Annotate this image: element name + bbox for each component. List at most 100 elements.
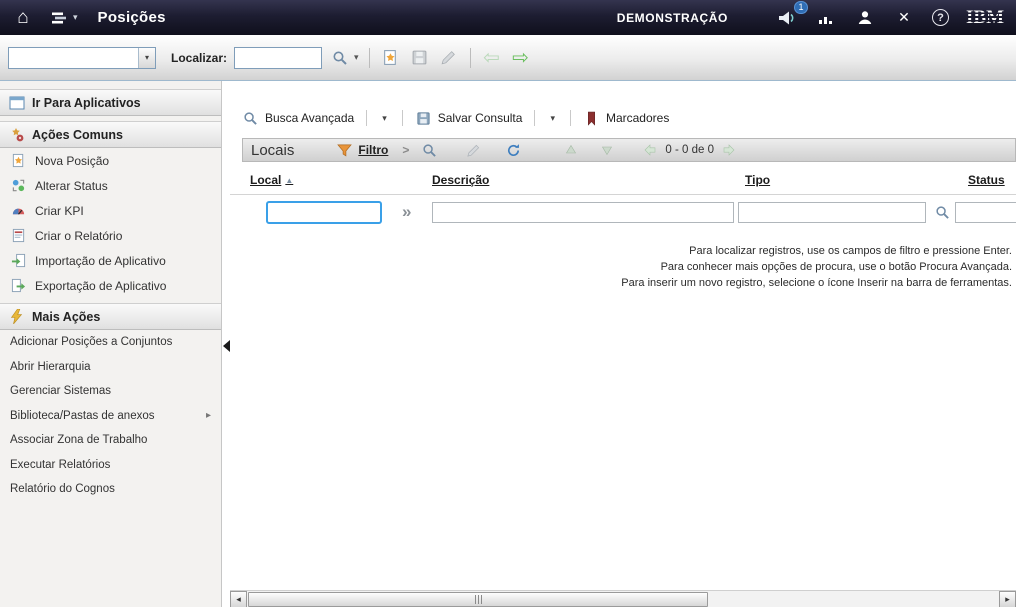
announcements-icon[interactable]: 1	[776, 8, 798, 28]
separator	[534, 110, 535, 126]
chevron-icon: >	[402, 143, 409, 157]
sidebar-item-adicionar-posicoes[interactable]: Adicionar Posições a Conjuntos	[0, 330, 221, 355]
busca-avancada-label: Busca Avançada	[265, 111, 354, 125]
query-combobox[interactable]: ▾	[8, 47, 156, 69]
sidebar-item-label: Nova Posição	[35, 154, 109, 168]
environment-label: DEMONSTRAÇÃO	[617, 11, 728, 25]
next-record-icon[interactable]: ⇨	[510, 47, 532, 69]
combobox-dropdown-button[interactable]: ▾	[138, 48, 155, 68]
filtro-toggle[interactable]: Filtro	[336, 142, 388, 159]
bookmark-icon	[583, 110, 600, 127]
scrollbar-thumb[interactable]	[248, 592, 708, 607]
reports-chart-icon[interactable]	[815, 8, 837, 28]
sidebar-item-relatorio-cognos[interactable]: Relatório do Cognos	[0, 477, 221, 502]
query-combobox-input[interactable]	[9, 48, 138, 68]
column-header-status[interactable]: Status	[968, 173, 1005, 187]
next-page-icon[interactable]	[720, 140, 740, 160]
tipo-lookup-icon[interactable]	[932, 202, 952, 222]
expand-filter-icon[interactable]: »	[402, 203, 411, 220]
filter-input-descricao[interactable]	[432, 202, 734, 223]
move-down-icon[interactable]	[597, 140, 617, 160]
new-record-icon[interactable]	[380, 47, 402, 69]
page-title: Posições	[98, 9, 166, 26]
logout-icon[interactable]: ✕	[893, 8, 915, 28]
sidebar-item-label: Abrir Hierarquia	[10, 361, 91, 373]
busca-avancada-dropdown-icon[interactable]: ▾	[379, 113, 390, 124]
sidebar-collapse-handle[interactable]	[222, 337, 230, 354]
table-toolbar: Locais Filtro >	[242, 138, 1016, 162]
sidebar-item-label: Executar Relatórios	[10, 459, 110, 471]
sidebar-item-label: Associar Zona de Trabalho	[10, 434, 147, 446]
save-query-icon	[415, 110, 432, 127]
sidebar-item-label: Adicionar Posições a Conjuntos	[10, 336, 172, 348]
search-icon[interactable]	[329, 47, 351, 69]
home-icon[interactable]: ⌂	[12, 8, 34, 28]
busca-avancada-button[interactable]: Busca Avançada	[242, 110, 354, 127]
collapse-arrow-icon	[223, 340, 230, 352]
salvar-consulta-dropdown-icon[interactable]: ▾	[547, 113, 558, 124]
sidebar: Ir Para Aplicativos Ações Comuns Nova Po…	[0, 81, 222, 607]
sidebar-header-mais-acoes[interactable]: Mais Ações	[0, 303, 221, 330]
filter-input-local[interactable]	[266, 201, 382, 224]
sidebar-item-alterar-status[interactable]: Alterar Status	[0, 173, 221, 198]
help-icon[interactable]: ?	[932, 9, 949, 26]
marcadores-label: Marcadores	[606, 111, 669, 125]
sidebar-header-ir-para-aplicativos[interactable]: Ir Para Aplicativos	[0, 89, 221, 116]
refresh-icon[interactable]	[503, 140, 523, 160]
go-to-menu-button[interactable]: ▾	[48, 8, 78, 28]
new-record-icon	[10, 152, 27, 169]
applications-menu-icon	[48, 8, 70, 28]
save-icon[interactable]	[409, 47, 431, 69]
horizontal-scrollbar[interactable]: ◂ ▸	[230, 590, 1016, 607]
sidebar-item-label: Criar o Relatório	[35, 229, 122, 243]
filtro-label: Filtro	[358, 143, 388, 157]
scroll-left-button[interactable]: ◂	[230, 591, 247, 607]
advanced-search-icon	[242, 110, 259, 127]
move-up-icon[interactable]	[561, 140, 581, 160]
chevron-down-icon: ▾	[73, 12, 78, 23]
filter-funnel-icon	[336, 142, 353, 159]
marcadores-button[interactable]: Marcadores	[583, 110, 669, 127]
edit-icon[interactable]	[438, 47, 460, 69]
content-area: Busca Avançada ▾ Salvar Consulta ▾ Marca…	[230, 81, 1016, 607]
sidebar-item-nova-posicao[interactable]: Nova Posição	[0, 148, 221, 173]
sidebar-item-criar-kpi[interactable]: Criar KPI	[0, 198, 221, 223]
previous-page-icon[interactable]	[639, 140, 659, 160]
table-search-icon[interactable]	[419, 140, 439, 160]
column-header-descricao[interactable]: Descrição	[432, 173, 489, 187]
search-dropdown-icon[interactable]: ▾	[354, 52, 359, 63]
help-line: Para conhecer mais opções de procura, us…	[621, 259, 1012, 275]
scroll-right-button[interactable]: ▸	[999, 591, 1016, 607]
help-line: Para localizar registros, use os campos …	[621, 243, 1012, 259]
sidebar-header-label: Mais Ações	[32, 310, 100, 324]
profile-icon[interactable]	[854, 8, 876, 28]
sidebar-splitter[interactable]	[222, 81, 230, 607]
column-header-local[interactable]: Local ▲	[250, 173, 293, 187]
table-edit-icon[interactable]	[463, 140, 483, 160]
filter-input-status[interactable]	[955, 202, 1016, 223]
sidebar-header-label: Ações Comuns	[32, 128, 123, 142]
previous-record-icon[interactable]: ⇦	[481, 47, 503, 69]
kpi-gauge-icon	[10, 202, 27, 219]
sidebar-item-label: Biblioteca/Pastas de anexos	[10, 410, 154, 422]
sidebar-item-biblioteca-pastas-anexos[interactable]: Biblioteca/Pastas de anexos ▸	[0, 404, 221, 429]
salvar-consulta-button[interactable]: Salvar Consulta	[415, 110, 523, 127]
sidebar-item-executar-relatorios[interactable]: Executar Relatórios	[0, 453, 221, 478]
sidebar-item-criar-relatorio[interactable]: Criar o Relatório	[0, 223, 221, 248]
sidebar-item-associar-zona-trabalho[interactable]: Associar Zona de Trabalho	[0, 428, 221, 453]
sidebar-item-importacao-aplicativo[interactable]: Importação de Aplicativo	[0, 248, 221, 273]
sidebar-header-label: Ir Para Aplicativos	[32, 96, 141, 110]
ibm-logo: IBM	[966, 7, 1004, 29]
sidebar-header-acoes-comuns[interactable]: Ações Comuns	[0, 121, 221, 148]
filter-input-tipo[interactable]	[738, 202, 926, 223]
salvar-consulta-label: Salvar Consulta	[438, 111, 523, 125]
toolbar-separator	[369, 48, 370, 68]
localizar-input[interactable]	[234, 47, 322, 69]
column-header-row: Local ▲ Descrição Tipo Status	[230, 165, 1016, 195]
sidebar-item-gerenciar-sistemas[interactable]: Gerenciar Sistemas	[0, 379, 221, 404]
sidebar-item-label: Gerenciar Sistemas	[10, 385, 111, 397]
sidebar-item-label: Exportação de Aplicativo	[35, 279, 166, 293]
sidebar-item-exportacao-aplicativo[interactable]: Exportação de Aplicativo	[0, 273, 221, 298]
column-header-tipo[interactable]: Tipo	[745, 173, 770, 187]
sidebar-item-abrir-hierarquia[interactable]: Abrir Hierarquia	[0, 355, 221, 380]
